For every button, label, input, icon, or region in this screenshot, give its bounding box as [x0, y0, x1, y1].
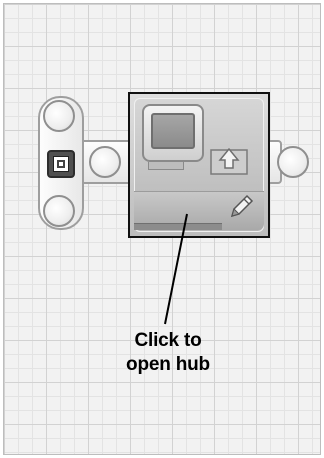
bottom-beam-connector[interactable] [43, 195, 75, 227]
monitor-icon [142, 104, 204, 162]
start-block[interactable] [47, 150, 75, 178]
monitor-screen [151, 113, 195, 149]
sequence-connector-right[interactable] [277, 146, 309, 178]
top-beam-connector[interactable] [43, 100, 75, 132]
data-hub-tab[interactable] [134, 191, 264, 230]
pencil-icon [230, 194, 254, 218]
programming-canvas[interactable] [3, 3, 321, 455]
callout-line-2: open hub [126, 354, 210, 375]
sequence-connector-left[interactable] [89, 146, 121, 178]
monitor-stand [148, 162, 184, 170]
callout-label: Click to open hub [118, 329, 218, 377]
start-icon [53, 156, 69, 172]
data-hub-ridge [134, 223, 222, 230]
display-block[interactable] [128, 92, 270, 238]
upload-icon [210, 147, 248, 175]
callout-line-1: Click to [134, 330, 202, 351]
